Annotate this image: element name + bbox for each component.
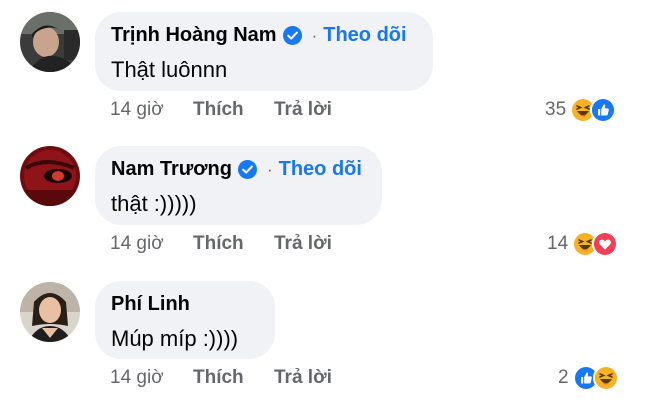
- like-button[interactable]: Thích: [193, 367, 274, 389]
- verified-badge-icon: [282, 25, 302, 45]
- reply-button[interactable]: Trả lời: [274, 367, 332, 389]
- haha-icon: [592, 365, 619, 391]
- comment-text: Thật luônnn: [111, 57, 228, 82]
- follow-button[interactable]: Theo dõi: [279, 158, 362, 181]
- author-name[interactable]: Phí Linh: [111, 293, 190, 316]
- comment-text: thật :))))): [111, 191, 197, 216]
- comment-text: Múp míp :)))): [111, 326, 239, 351]
- avatar[interactable]: [20, 282, 80, 342]
- reaction-count: 2: [558, 367, 569, 388]
- comment-bubble: Nam Trương · Theo dõi thật :))))): [95, 146, 382, 225]
- comment-actions: 14 giờ Thích Trả lời: [110, 233, 332, 255]
- reaction-count: 35: [545, 99, 567, 120]
- reaction-summary[interactable]: 35: [545, 97, 617, 123]
- author-name[interactable]: Trịnh Hoàng Nam: [111, 24, 277, 47]
- reply-button[interactable]: Trả lời: [274, 233, 332, 255]
- separator-dot: ·: [311, 25, 318, 45]
- reply-button[interactable]: Trả lời: [274, 99, 332, 121]
- like-icon: [590, 97, 617, 123]
- like-button[interactable]: Thích: [193, 99, 274, 121]
- separator-dot: ·: [266, 159, 273, 179]
- timestamp[interactable]: 14 giờ: [110, 99, 193, 121]
- comment-actions: 14 giờ Thích Trả lời: [110, 367, 332, 389]
- comment-actions: 14 giờ Thích Trả lời: [110, 99, 332, 121]
- reaction-summary[interactable]: 14: [547, 231, 619, 257]
- follow-button[interactable]: Theo dõi: [323, 24, 406, 47]
- author-name[interactable]: Nam Trương: [111, 158, 232, 181]
- timestamp[interactable]: 14 giờ: [110, 233, 193, 255]
- comment-bubble: Trịnh Hoàng Nam · Theo dõi Thật luônnn: [95, 12, 433, 91]
- love-icon: [592, 231, 619, 257]
- comment-bubble: Phí Linh Múp míp :)))): [95, 281, 275, 359]
- avatar[interactable]: [20, 12, 80, 72]
- reaction-summary[interactable]: 2: [558, 365, 619, 391]
- reaction-count: 14: [547, 233, 569, 254]
- timestamp[interactable]: 14 giờ: [110, 367, 193, 389]
- verified-badge-icon: [237, 159, 257, 179]
- avatar[interactable]: [20, 146, 80, 206]
- like-button[interactable]: Thích: [193, 233, 274, 255]
